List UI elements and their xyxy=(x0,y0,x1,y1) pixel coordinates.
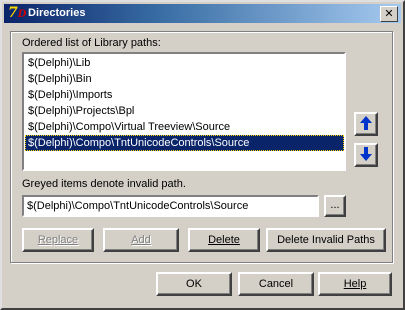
arrow-up-icon xyxy=(360,116,372,130)
hint-text: Greyed items denote invalid path. xyxy=(22,178,186,190)
browse-button[interactable]: ... xyxy=(324,195,346,217)
help-button[interactable]: Help xyxy=(318,272,392,296)
replace-button: Replace xyxy=(22,228,94,252)
dialog-title: Directories xyxy=(28,7,86,19)
library-paths-list[interactable]: $(Delphi)\Lib $(Delphi)\Bin $(Delphi)\Impo… xyxy=(22,52,346,171)
delete-button[interactable]: Delete xyxy=(188,228,260,252)
list-item[interactable]: $(Delphi)\Lib xyxy=(25,55,344,71)
list-label: Ordered list of Library paths: xyxy=(22,37,161,49)
move-down-button[interactable] xyxy=(354,143,378,167)
help-label: Help xyxy=(343,278,367,290)
add-label: Add xyxy=(131,234,151,246)
list-item[interactable]: $(Delphi)\Compo\Virtual Treeview\Source xyxy=(25,119,344,135)
ok-button[interactable]: OK xyxy=(156,272,232,296)
path-input[interactable]: $(Delphi)\Compo\TntUnicodeControls\Sourc… xyxy=(22,195,319,217)
add-button: Add xyxy=(103,228,179,252)
arrow-down-icon xyxy=(360,147,372,161)
replace-label: Replace xyxy=(37,234,79,246)
delete-label: Delete xyxy=(208,234,240,246)
list-item[interactable]: $(Delphi)\Bin xyxy=(25,71,344,87)
close-icon: ✕ xyxy=(384,7,394,20)
cancel-button[interactable]: Cancel xyxy=(238,272,314,296)
title-bar[interactable]: 7D Directories ✕ xyxy=(4,4,401,23)
close-button[interactable]: ✕ xyxy=(380,6,398,22)
move-up-button[interactable] xyxy=(354,112,378,136)
delete-invalid-paths-button[interactable]: Delete Invalid Paths xyxy=(266,228,386,252)
delphi-app-icon: 7D xyxy=(8,5,27,21)
list-item[interactable]: $(Delphi)\Compo\TntUnicodeControls\Sourc… xyxy=(25,135,344,151)
list-item[interactable]: $(Delphi)\Imports xyxy=(25,87,344,103)
delete-invalid-label: Delete Invalid Paths xyxy=(277,234,375,246)
list-item[interactable]: $(Delphi)\Projects\Bpl xyxy=(25,103,344,119)
